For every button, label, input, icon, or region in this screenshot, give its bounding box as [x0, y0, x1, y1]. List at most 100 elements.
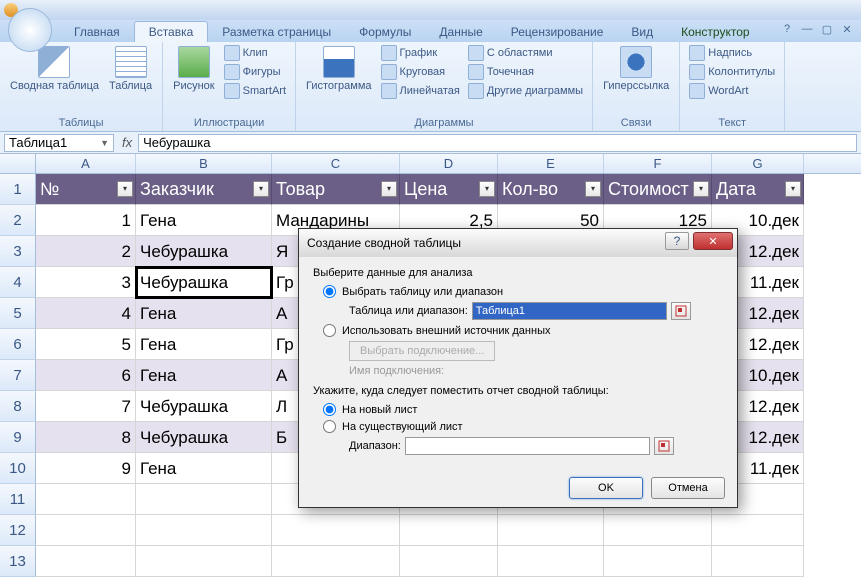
cell[interactable]: 4 [36, 298, 136, 329]
dialog-titlebar[interactable]: Создание сводной таблицы ? ✕ [299, 229, 737, 257]
textbox-button[interactable]: Надпись [686, 44, 778, 62]
cell[interactable]: 6 [36, 360, 136, 391]
tab-insert[interactable]: Вставка [134, 21, 209, 42]
tab-review[interactable]: Рецензирование [497, 22, 618, 42]
header-price[interactable]: Цена▾ [400, 174, 498, 205]
table-button[interactable]: Таблица [105, 44, 156, 94]
col-header-c[interactable]: C [272, 154, 400, 173]
cell[interactable]: 8 [36, 422, 136, 453]
wordart-button[interactable]: WordArt [686, 82, 778, 100]
pie-chart-button[interactable]: Круговая [378, 63, 463, 81]
bar-chart-button[interactable]: Линейчатая [378, 82, 463, 100]
headerfooter-button[interactable]: Колонтитулы [686, 63, 778, 81]
range-picker-icon[interactable] [671, 302, 691, 320]
row-header-12[interactable]: 12 [0, 515, 36, 546]
chevron-down-icon[interactable]: ▼ [100, 138, 109, 148]
name-box[interactable]: Таблица1 ▼ [4, 134, 114, 152]
select-all-corner[interactable] [0, 154, 36, 173]
tab-formulas[interactable]: Формулы [345, 22, 425, 42]
tab-page-layout[interactable]: Разметка страницы [208, 22, 345, 42]
office-button[interactable] [8, 8, 52, 52]
cell[interactable]: 1 [36, 205, 136, 236]
cell[interactable]: Чебурашка [136, 236, 272, 267]
cell[interactable]: Гена [136, 298, 272, 329]
filter-icon[interactable]: ▾ [693, 181, 709, 197]
fx-icon[interactable]: fx [122, 135, 132, 150]
cancel-button[interactable]: Отмена [651, 477, 725, 499]
radio-existing-sheet[interactable] [323, 420, 336, 433]
range-input[interactable] [472, 302, 667, 320]
row-header-5[interactable]: 5 [0, 298, 36, 329]
help-icon[interactable]: ? [779, 22, 795, 36]
cell[interactable]: 7 [36, 391, 136, 422]
range-picker-icon[interactable] [654, 437, 674, 455]
tab-home[interactable]: Главная [60, 22, 134, 42]
row-header-1[interactable]: 1 [0, 174, 36, 205]
filter-icon[interactable]: ▾ [117, 181, 133, 197]
row-header-9[interactable]: 9 [0, 422, 36, 453]
row-header-4[interactable]: 4 [0, 267, 36, 298]
col-header-f[interactable]: F [604, 154, 712, 173]
dialog-close-button[interactable]: ✕ [693, 232, 733, 250]
cell[interactable]: Гена [136, 453, 272, 484]
col-header-b[interactable]: B [136, 154, 272, 173]
row-header-2[interactable]: 2 [0, 205, 36, 236]
col-header-e[interactable]: E [498, 154, 604, 173]
cell[interactable]: 9 [36, 453, 136, 484]
cell[interactable]: 2 [36, 236, 136, 267]
header-product[interactable]: Товар▾ [272, 174, 400, 205]
filter-icon[interactable]: ▾ [381, 181, 397, 197]
row-header-6[interactable]: 6 [0, 329, 36, 360]
cell[interactable]: Чебурашка [136, 422, 272, 453]
minimize-icon[interactable]: — [799, 22, 815, 36]
cell[interactable]: Чебурашка [136, 391, 272, 422]
clip-button[interactable]: Клип [221, 44, 289, 62]
smartart-button[interactable]: SmartArt [221, 82, 289, 100]
ok-button[interactable]: OK [569, 477, 643, 499]
restore-icon[interactable]: ▢ [819, 22, 835, 36]
hyperlink-button[interactable]: Гиперссылка [599, 44, 673, 94]
formula-input[interactable]: Чебурашка [138, 134, 857, 152]
row-header-7[interactable]: 7 [0, 360, 36, 391]
row-header-10[interactable]: 10 [0, 453, 36, 484]
header-no[interactable]: №▾ [36, 174, 136, 205]
line-chart-button[interactable]: График [378, 44, 463, 62]
radio-select-table[interactable] [323, 285, 336, 298]
placement-range-input[interactable] [405, 437, 650, 455]
shapes-button[interactable]: Фигуры [221, 63, 289, 81]
histogram-button[interactable]: Гистограмма [302, 44, 376, 94]
row-header-8[interactable]: 8 [0, 391, 36, 422]
filter-icon[interactable]: ▾ [479, 181, 495, 197]
cell[interactable]: 3 [36, 267, 136, 298]
radio-external-source[interactable] [323, 324, 336, 337]
cell[interactable]: Гена [136, 205, 272, 236]
cell[interactable]: Гена [136, 329, 272, 360]
header-date[interactable]: Дата▾ [712, 174, 804, 205]
cell[interactable]: 5 [36, 329, 136, 360]
scatter-chart-button[interactable]: Точечная [465, 63, 586, 81]
header-cost[interactable]: Стоимост▾ [604, 174, 712, 205]
filter-icon[interactable]: ▾ [785, 181, 801, 197]
row-header-11[interactable]: 11 [0, 484, 36, 515]
filter-icon[interactable]: ▾ [585, 181, 601, 197]
dialog-help-button[interactable]: ? [665, 232, 689, 250]
row-header-3[interactable]: 3 [0, 236, 36, 267]
col-header-d[interactable]: D [400, 154, 498, 173]
area-chart-button[interactable]: С областями [465, 44, 586, 62]
col-header-g[interactable]: G [712, 154, 804, 173]
tab-data[interactable]: Данные [425, 22, 496, 42]
picture-button[interactable]: Рисунок [169, 44, 219, 94]
cell[interactable]: Чебурашка [136, 267, 272, 298]
close-icon[interactable]: ✕ [839, 22, 855, 36]
filter-icon[interactable]: ▾ [253, 181, 269, 197]
tab-design[interactable]: Конструктор [667, 22, 763, 42]
cell[interactable]: Гена [136, 360, 272, 391]
col-header-a[interactable]: A [36, 154, 136, 173]
header-qty[interactable]: Кол-во▾ [498, 174, 604, 205]
other-charts-button[interactable]: Другие диаграммы [465, 82, 586, 100]
tab-view[interactable]: Вид [617, 22, 667, 42]
row-header-13[interactable]: 13 [0, 546, 36, 577]
radio-new-sheet[interactable] [323, 403, 336, 416]
pivot-table-button[interactable]: Сводная таблица [6, 44, 103, 94]
header-customer[interactable]: Заказчик▾ [136, 174, 272, 205]
